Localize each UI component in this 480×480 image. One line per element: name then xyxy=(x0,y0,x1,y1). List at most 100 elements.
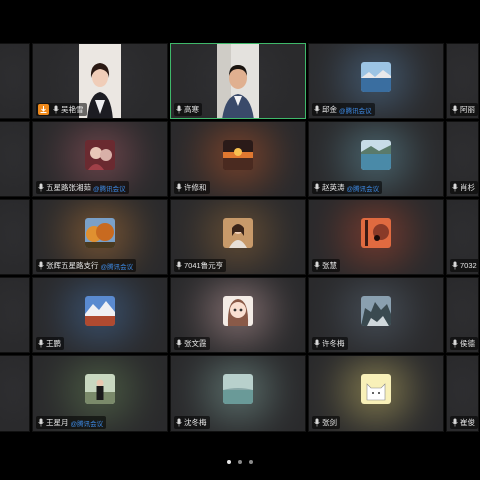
microphone-icon xyxy=(452,418,458,427)
participant-nameplate: 许修和 xyxy=(174,181,210,194)
participant-name: 侯德 xyxy=(460,339,475,348)
participant-name: 王星月 xyxy=(46,418,69,427)
participant-source: @腾讯会议 xyxy=(339,107,372,115)
participant-tile[interactable]: 阿丽 xyxy=(446,43,479,119)
participant-name: 许冬梅 xyxy=(322,339,345,348)
participant-avatar xyxy=(223,139,253,170)
microphone-icon xyxy=(176,418,182,427)
participant-tile[interactable]: 张慧 xyxy=(308,199,444,275)
participant-tile[interactable] xyxy=(0,121,30,197)
participant-tile[interactable]: 许修和 xyxy=(170,121,306,197)
microphone-icon xyxy=(314,261,320,270)
tile-background xyxy=(0,44,29,118)
share-screen-icon xyxy=(38,104,49,115)
participant-avatar xyxy=(361,217,391,248)
microphone-icon xyxy=(38,418,44,427)
participant-tile[interactable]: 张文霞 xyxy=(170,277,306,353)
participant-tile[interactable]: 7041鲁元亨 xyxy=(170,199,306,275)
participant-avatar xyxy=(223,295,253,326)
participant-nameplate: 张辉五星路支行 @腾讯会议 xyxy=(36,259,137,272)
tile-background xyxy=(0,356,29,431)
participant-nameplate: 7041鲁元亨 xyxy=(174,259,227,272)
participant-nameplate: 7032 xyxy=(450,259,478,272)
participant-nameplate: 赵英涛 @腾讯会议 xyxy=(312,181,383,194)
tile-background xyxy=(0,122,29,196)
page-dot[interactable] xyxy=(238,460,242,464)
page-indicator[interactable] xyxy=(0,460,480,464)
participant-avatar xyxy=(361,374,391,404)
participant-tile[interactable] xyxy=(0,355,30,432)
participant-tile[interactable]: 张剑 xyxy=(308,355,444,432)
participant-nameplate: 吴艳雪 xyxy=(36,103,87,116)
participant-tile[interactable]: 王星月 @腾讯会议 xyxy=(32,355,168,432)
participant-video xyxy=(217,44,259,118)
microphone-icon xyxy=(314,339,320,348)
participant-name: 王鹏 xyxy=(46,339,61,348)
participant-name: 张文霞 xyxy=(184,339,207,348)
participant-tile[interactable]: 许冬梅 xyxy=(308,277,444,353)
participant-nameplate: 沈冬梅 xyxy=(174,416,210,429)
participant-name: 崔俊 xyxy=(460,418,475,427)
participant-name: 7032 xyxy=(460,261,477,270)
participant-tile[interactable]: 肖杉 xyxy=(446,121,479,197)
participant-nameplate: 高寒 xyxy=(174,103,202,116)
tile-background xyxy=(0,278,29,352)
participant-avatar xyxy=(85,295,115,326)
microphone-icon xyxy=(452,339,458,348)
microphone-icon xyxy=(452,183,458,192)
microphone-icon xyxy=(38,183,44,192)
microphone-icon xyxy=(38,339,44,348)
participant-tile[interactable]: 五星路张湘茹 @腾讯会议 xyxy=(32,121,168,197)
participant-tile[interactable]: 王鹏 xyxy=(32,277,168,353)
microphone-icon xyxy=(452,261,458,270)
participant-avatar xyxy=(85,217,115,248)
participant-nameplate: 邱金 @腾讯会议 xyxy=(312,103,375,116)
participant-tile[interactable] xyxy=(0,277,30,353)
participant-name: 7041鲁元亨 xyxy=(184,261,224,270)
participant-nameplate: 侯德 xyxy=(450,337,478,350)
participant-tile[interactable]: 赵英涛 @腾讯会议 xyxy=(308,121,444,197)
participant-name: 张慧 xyxy=(322,261,337,270)
participant-name: 肖杉 xyxy=(460,183,475,192)
participant-tile[interactable]: 邱金 @腾讯会议 xyxy=(308,43,444,119)
participant-avatar xyxy=(361,295,391,326)
participant-tile[interactable]: 吴艳雪 xyxy=(32,43,168,119)
page-dot[interactable] xyxy=(227,460,231,464)
microphone-icon xyxy=(314,183,320,192)
participant-nameplate: 肖杉 xyxy=(450,181,478,194)
microphone-icon xyxy=(176,183,182,192)
participant-tile[interactable] xyxy=(0,199,30,275)
microphone-icon xyxy=(314,418,320,427)
participant-nameplate: 张剑 xyxy=(312,416,340,429)
participant-name: 邱金 xyxy=(322,105,337,114)
participant-tile[interactable]: 张辉五星路支行 @腾讯会议 xyxy=(32,199,168,275)
participant-name: 许修和 xyxy=(184,183,207,192)
microphone-icon xyxy=(314,105,320,114)
page-dot[interactable] xyxy=(249,460,253,464)
microphone-icon xyxy=(452,105,458,114)
microphone-icon xyxy=(176,339,182,348)
participant-tile[interactable] xyxy=(0,43,30,119)
participant-nameplate: 张文霞 xyxy=(174,337,210,350)
participant-avatar xyxy=(361,139,391,170)
participant-tile[interactable]: 高寒 xyxy=(170,43,306,119)
participant-name: 张辉五星路支行 xyxy=(46,261,99,270)
participant-nameplate: 张慧 xyxy=(312,259,340,272)
participant-tile[interactable]: 侯德 xyxy=(446,277,479,353)
participant-grid: 吴艳雪 高寒 邱金 @腾讯会议 阿丽 五星路张湘茹 @腾讯会议 许修和 赵英涛 @腾讯会议 肖杉 张辉… xyxy=(0,43,479,436)
participant-nameplate: 阿丽 xyxy=(450,103,478,116)
participant-avatar xyxy=(85,139,115,170)
participant-tile[interactable]: 崔俊 xyxy=(446,355,479,432)
participant-tile[interactable]: 7032 xyxy=(446,199,479,275)
participant-avatar xyxy=(361,61,391,92)
microphone-icon xyxy=(176,261,182,270)
participant-tile[interactable]: 沈冬梅 xyxy=(170,355,306,432)
participant-source: @腾讯会议 xyxy=(93,185,126,193)
participant-nameplate: 许冬梅 xyxy=(312,337,348,350)
participant-avatar xyxy=(223,217,253,248)
participant-avatar xyxy=(85,374,115,404)
participant-nameplate: 崔俊 xyxy=(450,416,478,429)
participant-avatar xyxy=(223,374,253,404)
tile-background xyxy=(0,200,29,274)
participant-name: 阿丽 xyxy=(460,105,475,114)
